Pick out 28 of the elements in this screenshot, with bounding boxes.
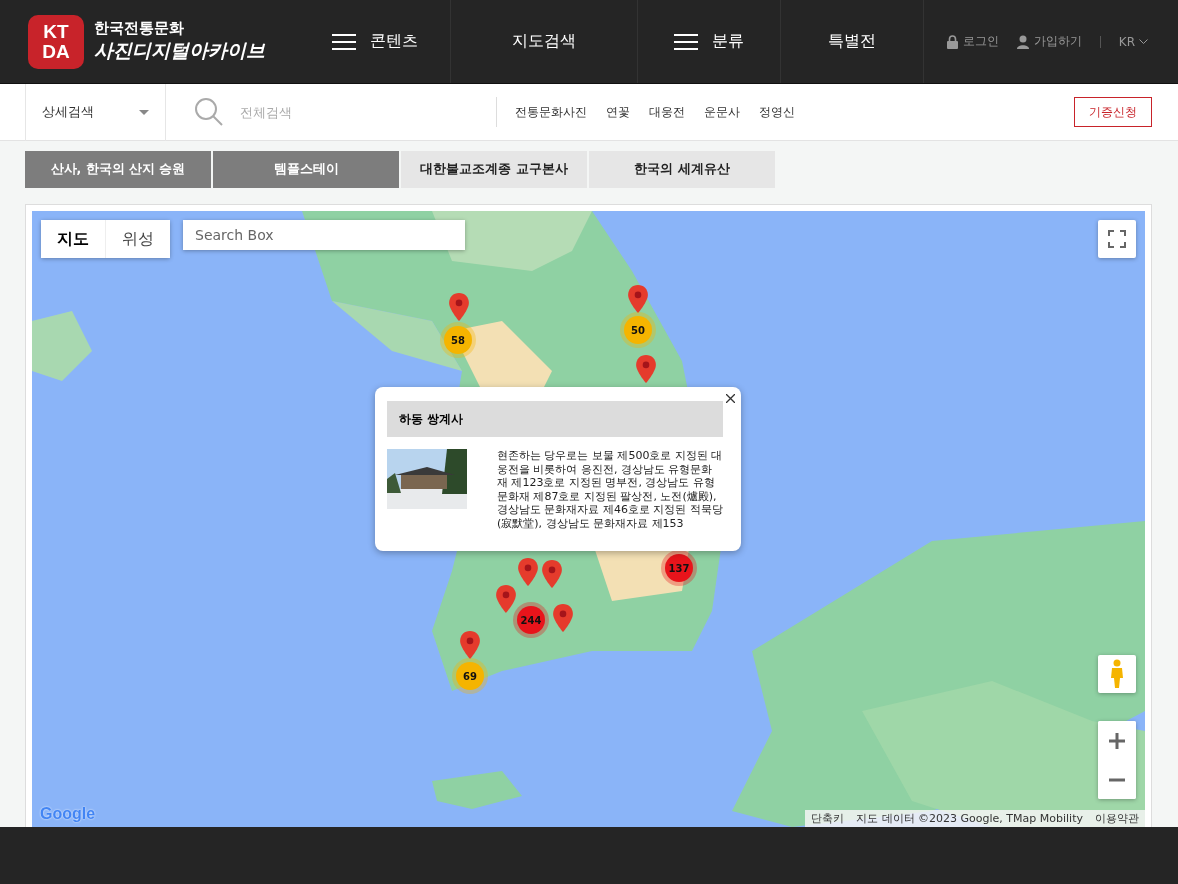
- caret-icon: [139, 109, 149, 115]
- donate-button[interactable]: 기증신청: [1074, 97, 1152, 127]
- menu-icon: [674, 33, 698, 50]
- keyword-link[interactable]: 전통문화사진: [515, 103, 587, 121]
- category-tab[interactable]: 템플스테이: [213, 151, 399, 188]
- user-link[interactable]: 가입하기: [1016, 33, 1082, 50]
- nav-item[interactable]: 분류: [637, 0, 780, 83]
- logo-text: 사진디지털아카이브: [94, 38, 265, 63]
- user-link[interactable]: 로그인: [946, 33, 999, 50]
- person-icon: [1016, 34, 1029, 49]
- category-tab[interactable]: 한국의 세계유산: [589, 151, 775, 188]
- keyword-link[interactable]: 대웅전: [649, 103, 685, 121]
- category-tab[interactable]: 산사, 한국의 산지 승원: [25, 151, 211, 188]
- nav-item[interactable]: 콘텐츠: [300, 0, 450, 83]
- lock-icon: [946, 34, 958, 49]
- keyword-link[interactable]: 운문사: [704, 103, 740, 121]
- search-scope-dropdown[interactable]: 상세검색: [25, 83, 166, 141]
- language-selector[interactable]: KR: [1118, 34, 1148, 49]
- keyword-link[interactable]: 연꽃: [606, 103, 630, 121]
- category-tab[interactable]: 대한불교조계종 교구본사: [401, 151, 587, 188]
- logo-text: 한국전통문화: [94, 19, 185, 38]
- logo-mark[interactable]: KT DA: [28, 14, 84, 69]
- keyword-link[interactable]: 정영신: [759, 103, 795, 121]
- nav-item[interactable]: 특별전: [780, 0, 923, 83]
- nav-item[interactable]: 지도검색: [450, 0, 637, 83]
- menu-icon: [332, 33, 356, 50]
- search-icon: [194, 97, 224, 127]
- chevron-down-icon: [1139, 38, 1148, 45]
